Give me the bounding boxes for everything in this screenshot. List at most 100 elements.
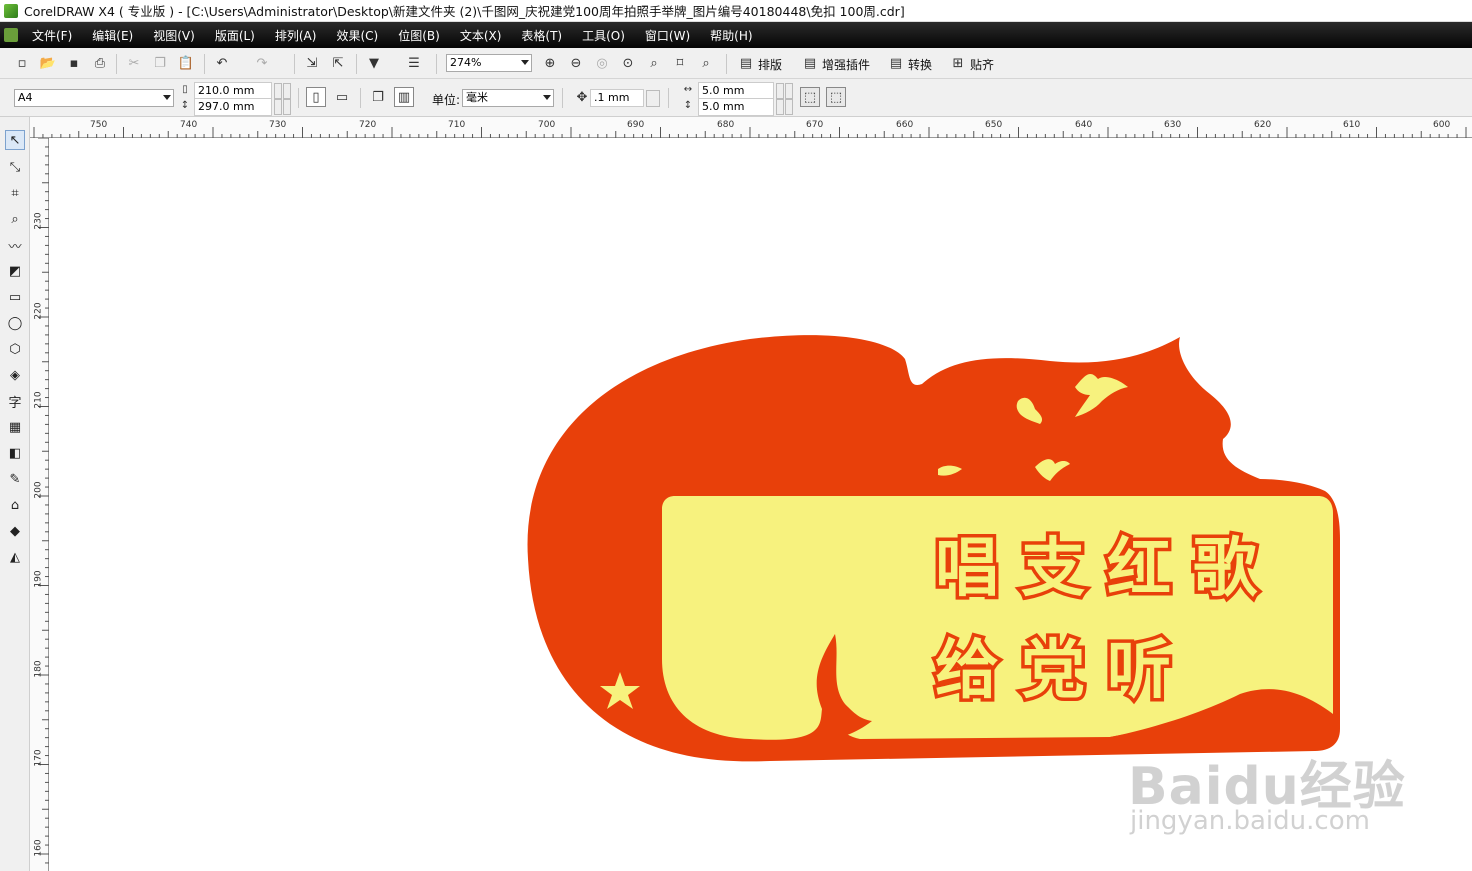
new-document-icon[interactable]: ▫ <box>12 53 32 73</box>
drawing-canvas[interactable]: 唱支红歌 给党听 Baidu经验 jingyan.baidu.com <box>50 139 1472 871</box>
application-launcher-icon[interactable]: ▼ <box>364 53 384 73</box>
snap-icon[interactable]: ⊞ <box>948 53 968 73</box>
ruler-label: 710 <box>448 120 466 130</box>
duplicate-y-spinner-2[interactable] <box>785 99 793 115</box>
unit-combo[interactable]: 毫米 <box>462 89 554 107</box>
menu-tools[interactable]: 工具(O) <box>582 27 625 44</box>
ruler-label: 160 <box>33 839 44 857</box>
duplicate-x-spinner-2[interactable] <box>785 83 793 99</box>
menu-edit[interactable]: 编辑(E) <box>92 27 133 44</box>
ruler-label: 720 <box>359 120 377 130</box>
zoom-width-icon[interactable]: ⌑ <box>670 53 690 73</box>
menu-layout[interactable]: 版面(L) <box>215 27 255 44</box>
table-tool-icon[interactable]: ▦ <box>5 417 25 437</box>
import-icon[interactable]: ⇲ <box>302 53 322 73</box>
document-icon[interactable] <box>4 28 18 42</box>
duplicate-y-field[interactable]: 5.0 mm <box>698 98 774 116</box>
enhance-plugin-icon[interactable]: ▤ <box>800 53 820 73</box>
page-width-icon: ▯ <box>182 83 188 95</box>
menu-effects[interactable]: 效果(C) <box>336 27 378 44</box>
page-height-field[interactable]: 297.0 mm <box>194 98 272 116</box>
slogan-line-1[interactable]: 唱支红歌 <box>932 517 1279 610</box>
current-page-icon[interactable]: ▥ <box>394 87 414 107</box>
menu-window[interactable]: 窗口(W) <box>645 27 690 44</box>
zoom-in-icon[interactable]: ⊕ <box>540 53 560 73</box>
menu-view[interactable]: 视图(V) <box>153 27 195 44</box>
zoom-all-objects-icon[interactable]: ⊙ <box>618 53 638 73</box>
ruler-label: 680 <box>717 120 735 130</box>
redo-icon[interactable]: ↷ <box>252 53 272 73</box>
outline-tool-icon[interactable]: ⌂ <box>5 495 25 515</box>
crop-tool-icon[interactable]: ⌗ <box>5 183 25 203</box>
ruler-label: 640 <box>1075 120 1093 130</box>
save-icon[interactable]: ▪ <box>64 53 84 73</box>
width-spinner[interactable] <box>274 83 282 99</box>
zoom-out-icon[interactable]: ⊖ <box>566 53 586 73</box>
height-spinner[interactable] <box>274 99 282 115</box>
zoom-levels-combo[interactable]: 274% <box>446 54 532 72</box>
convert-icon[interactable]: ▤ <box>886 53 906 73</box>
smart-fill-tool-icon[interactable]: ◩ <box>5 261 25 281</box>
text-tool-icon[interactable]: 字 <box>5 391 25 411</box>
nudge-value: .1 mm <box>594 91 630 104</box>
zoom-tool-icon[interactable]: ⌕ <box>5 209 25 229</box>
fill-tool-icon[interactable]: ◆ <box>5 521 25 541</box>
open-icon[interactable]: 📂 <box>38 53 58 73</box>
copy-icon[interactable]: ❐ <box>150 53 170 73</box>
page-size-combo[interactable]: A4 <box>14 89 174 107</box>
pick-tool-icon[interactable]: ↖ <box>5 130 25 150</box>
slogan-line-2[interactable]: 给党听 <box>932 619 1193 712</box>
ellipse-tool-icon[interactable]: ◯ <box>5 313 25 333</box>
welcome-screen-icon[interactable]: ☰ <box>404 53 424 73</box>
treat-as-filled-icon[interactable]: ⬚ <box>800 87 820 107</box>
ruler-label: 670 <box>806 120 824 130</box>
interactive-fill-tool-icon[interactable]: ◭ <box>5 547 25 567</box>
undo-icon[interactable]: ↶ <box>212 53 232 73</box>
nudge-field[interactable]: .1 mm <box>590 89 644 107</box>
unit-label: 单位: <box>432 93 461 107</box>
duplicate-x-value: 5.0 mm <box>702 84 745 97</box>
menu-help[interactable]: 帮助(H) <box>710 27 752 44</box>
polygon-tool-icon[interactable]: ⬡ <box>5 339 25 359</box>
plugin-snap[interactable]: 贴齐 <box>970 56 994 73</box>
title-bar: CorelDRAW X4 ( 专业版 ) - [C:\Users\Adminis… <box>0 0 1472 22</box>
ruler-label: 180 <box>33 660 44 678</box>
shape-tool-icon[interactable]: ⤡ <box>5 157 25 177</box>
rectangle-tool-icon[interactable]: ▭ <box>5 287 25 307</box>
print-icon[interactable]: ⎙ <box>90 53 110 73</box>
portrait-icon[interactable]: ▯ <box>306 87 326 107</box>
freehand-tool-icon[interactable]: 〰 <box>5 235 25 255</box>
vertical-ruler[interactable]: 230 220 210 200 190 180 170 160 <box>30 138 49 871</box>
menu-bitmaps[interactable]: 位图(B) <box>398 27 440 44</box>
interactive-blend-tool-icon[interactable]: ◧ <box>5 443 25 463</box>
paste-icon[interactable]: 📋 <box>176 53 196 73</box>
height-spinner-2[interactable] <box>283 99 291 115</box>
zoom-selected-icon[interactable]: ◎ <box>592 53 612 73</box>
menu-table[interactable]: 表格(T) <box>521 27 562 44</box>
toolbox: ↖ ⤡ ⌗ ⌕ 〰 ◩ ▭ ◯ ⬡ ◈ 字 ▦ ◧ ✎ ⌂ ◆ ◭ <box>0 117 30 871</box>
duplicate-x-spinner[interactable] <box>776 83 784 99</box>
landscape-icon[interactable]: ▭ <box>332 87 352 107</box>
ruler-label: 740 <box>180 120 198 130</box>
draw-on-object-icon[interactable]: ⬚ <box>826 87 846 107</box>
duplicate-y-spinner[interactable] <box>776 99 784 115</box>
plugin-convert[interactable]: 转换 <box>908 56 932 73</box>
menu-text[interactable]: 文本(X) <box>460 27 502 44</box>
width-spinner-2[interactable] <box>283 83 291 99</box>
export-icon[interactable]: ⇱ <box>328 53 348 73</box>
basic-shapes-tool-icon[interactable]: ◈ <box>5 365 25 385</box>
eyedropper-tool-icon[interactable]: ✎ <box>5 469 25 489</box>
nudge-spinner[interactable] <box>646 90 660 107</box>
menu-file[interactable]: 文件(F) <box>32 27 72 44</box>
cut-icon[interactable]: ✂ <box>124 53 144 73</box>
horizontal-ruler[interactable]: 750 740 730 720 710 700 690 680 670 660 … <box>30 117 1472 138</box>
page-width-value: 210.0 mm <box>198 84 255 97</box>
zoom-height-icon[interactable]: ⌕ <box>696 53 716 73</box>
typeset-icon[interactable]: ▤ <box>736 53 756 73</box>
plugin-typeset[interactable]: 排版 <box>758 56 782 73</box>
plugin-enhance[interactable]: 增强插件 <box>822 56 870 73</box>
page-size-value: A4 <box>18 91 33 104</box>
zoom-page-icon[interactable]: ⌕ <box>644 53 664 73</box>
all-pages-icon[interactable]: ❐ <box>368 87 388 107</box>
menu-arrange[interactable]: 排列(A) <box>275 27 317 44</box>
